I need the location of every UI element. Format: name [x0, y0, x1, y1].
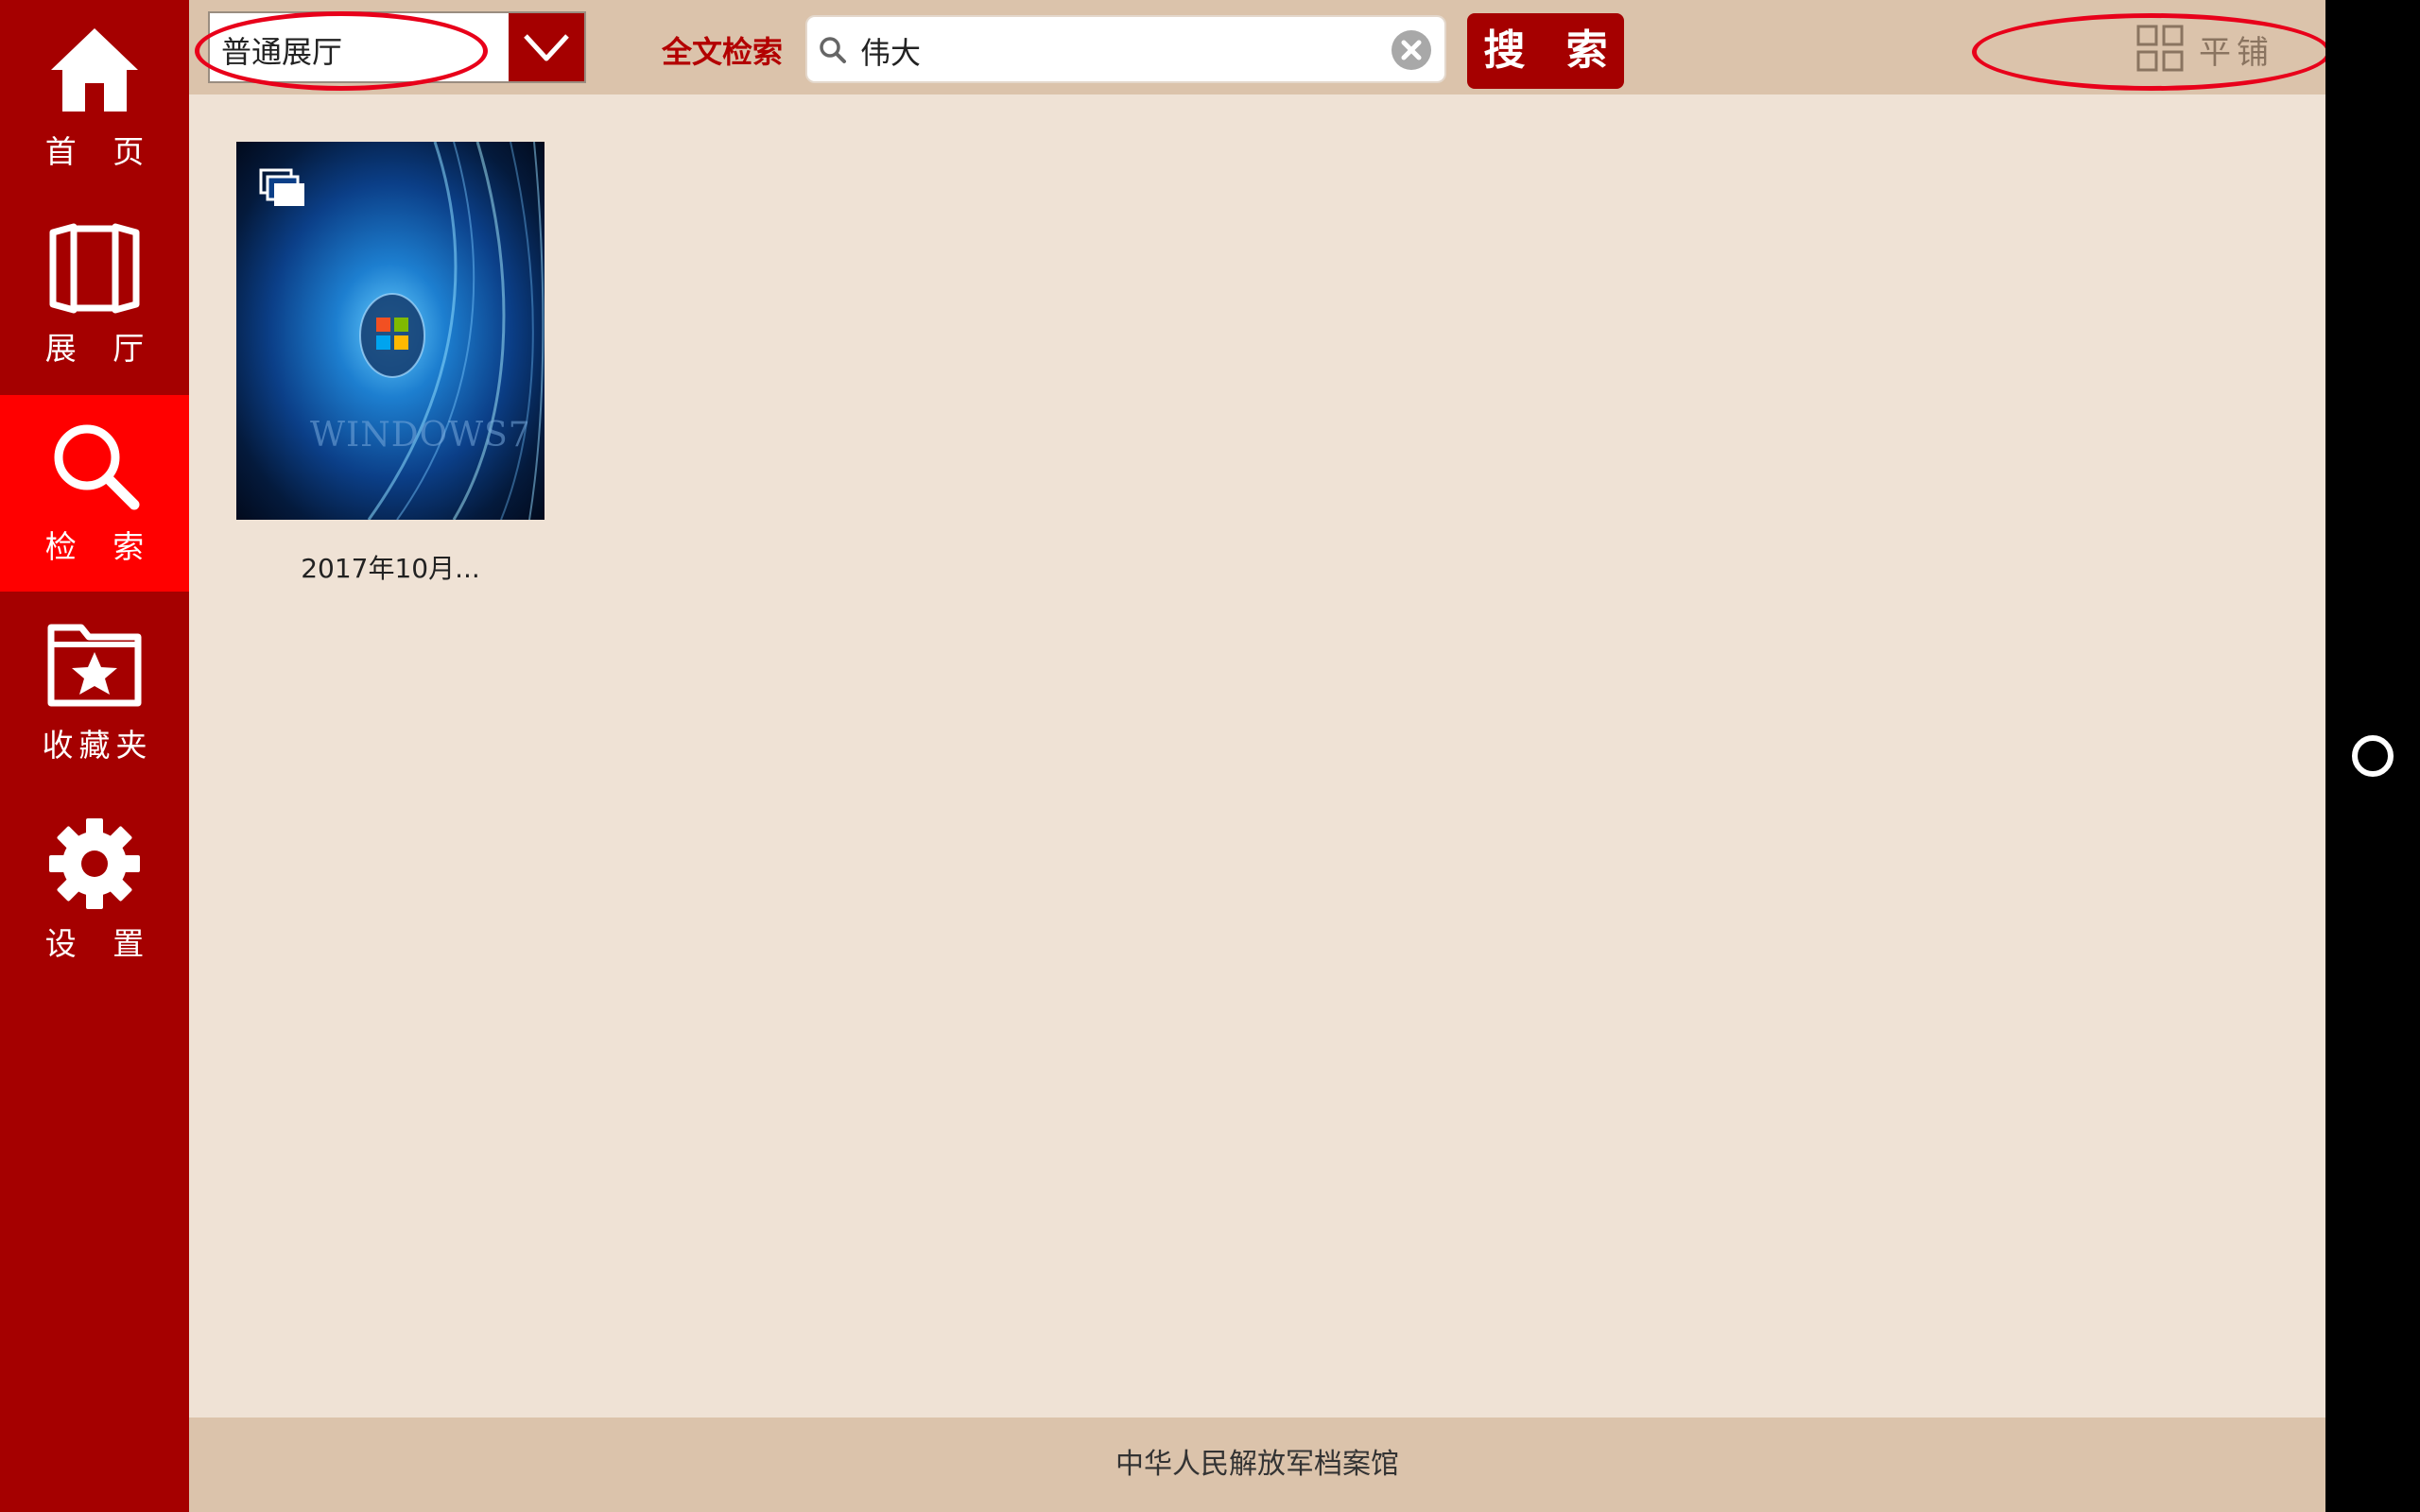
result-thumbnail: WINDOWS7	[236, 142, 544, 520]
chevron-down-icon	[524, 34, 569, 61]
search-toolbar: 普通展厅 全文检索 搜 索	[189, 0, 2325, 94]
grid-icon	[2136, 25, 2184, 72]
search-results: WINDOWS7 2017年10月...	[189, 94, 2325, 1418]
search-icon	[54, 424, 140, 510]
gear-icon	[49, 818, 140, 909]
footer: 中华人民解放军档案馆	[189, 1418, 2325, 1512]
result-card[interactable]: WINDOWS7 2017年10月...	[236, 142, 544, 586]
sidebar-item-label: 设 置	[44, 925, 158, 962]
system-home-circle-icon[interactable]	[2349, 732, 2396, 780]
search-icon	[820, 37, 846, 63]
folder-star-icon	[47, 624, 142, 707]
sidebar-item-search[interactable]: 检 索	[0, 395, 189, 592]
system-nav-bar	[2325, 0, 2420, 1512]
sidebar-item-label: 检 索	[44, 528, 158, 565]
hall-dropdown-button[interactable]	[509, 13, 584, 81]
app-root: 首 页 展 厅 检 索 收藏夹 设 置 普通展厅 全文检索 伟大 搜 索 平铺 …	[0, 0, 2420, 1512]
hall-icon	[49, 223, 140, 314]
search-input[interactable]	[858, 26, 1373, 76]
search-box[interactable]	[805, 15, 1446, 83]
sidebar-item-settings[interactable]: 设 置	[0, 792, 189, 988]
sidebar: 首 页 展 厅 检 索 收藏夹 设 置	[0, 0, 189, 1512]
result-caption: 2017年10月...	[301, 553, 480, 584]
home-icon	[51, 28, 138, 112]
hall-select-value: 普通展厅	[221, 34, 343, 70]
gallery-icon	[259, 168, 304, 206]
sidebar-item-favorites[interactable]: 收藏夹	[0, 593, 189, 790]
sidebar-item-label: 展 厅	[44, 330, 158, 367]
sidebar-item-hall[interactable]: 展 厅	[0, 197, 189, 393]
clear-icon[interactable]	[1390, 28, 1433, 72]
view-toggle-button[interactable]: 平铺	[2136, 21, 2288, 74]
hall-select[interactable]: 普通展厅	[208, 11, 586, 83]
view-toggle-label: 平铺	[2199, 34, 2274, 72]
thumbnail-watermark: WINDOWS7	[310, 416, 531, 455]
sidebar-item-label: 收藏夹	[42, 727, 153, 764]
search-button[interactable]: 搜 索	[1467, 13, 1624, 89]
fulltext-search-label: 全文检索	[662, 34, 784, 70]
sidebar-item-home[interactable]: 首 页	[0, 0, 189, 197]
sidebar-item-label: 首 页	[44, 133, 158, 170]
